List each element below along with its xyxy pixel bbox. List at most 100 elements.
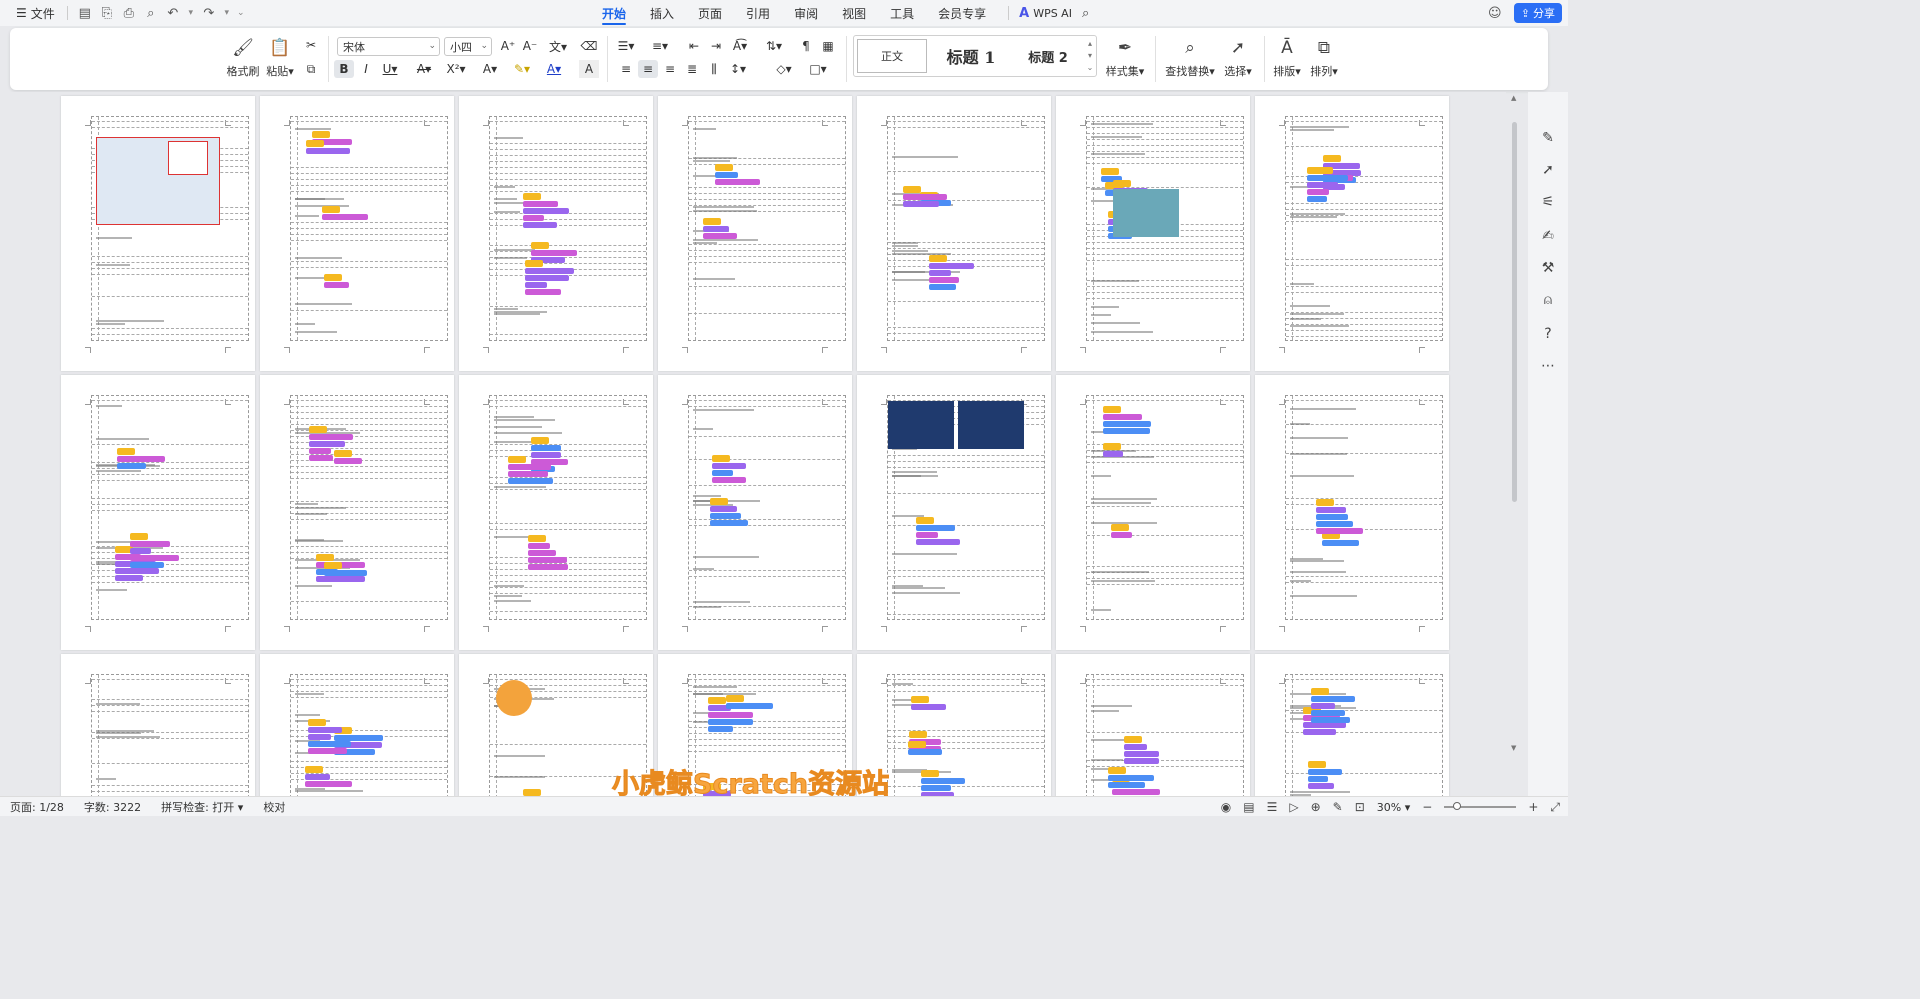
document-page-thumbnail[interactable] (1056, 654, 1250, 796)
document-page-thumbnail[interactable] (260, 654, 454, 796)
text-direction-icon[interactable]: A͡▾ (730, 37, 750, 55)
redo-icon[interactable]: ↷ (198, 2, 220, 24)
print-preview-icon[interactable]: ⌕ (140, 2, 162, 24)
superscript-icon[interactable]: X²▾ (446, 60, 466, 78)
search-icon[interactable]: ⌕ (1082, 6, 1089, 21)
wps-ai-button[interactable]: A WPS AI (1008, 6, 1072, 21)
document-page-thumbnail[interactable] (658, 96, 852, 371)
layout-button[interactable]: Ā 排版▾ (1272, 28, 1302, 79)
tab-tools[interactable]: 工具 (878, 0, 926, 26)
align-right-icon[interactable]: ≡ (660, 60, 680, 78)
customize-toolbar-icon[interactable]: ⌄ (234, 2, 248, 24)
style-set-button[interactable]: ✒ 样式集▾ (1103, 28, 1147, 79)
scroll-thumb[interactable] (1512, 122, 1517, 502)
undo-dropdown-icon[interactable]: ▾ (184, 2, 198, 24)
document-canvas[interactable] (0, 92, 1506, 796)
zoom-in-icon[interactable]: + (1528, 800, 1538, 814)
bullet-list-icon[interactable]: ☰▾ (616, 37, 636, 55)
edit-pen-icon[interactable]: ✎ (1538, 128, 1558, 148)
numbered-list-icon[interactable]: ≡▾ (650, 37, 670, 55)
tab-insert[interactable]: 插入 (638, 0, 686, 26)
style-heading-1[interactable]: 标题 1 (936, 39, 1006, 73)
table-grid-icon[interactable]: ▦ (818, 37, 838, 55)
align-center-icon[interactable]: ≡ (638, 60, 658, 78)
underline-icon[interactable]: U▾ (380, 60, 400, 78)
document-page-thumbnail[interactable] (1056, 96, 1250, 371)
zoom-level[interactable]: 30% ▾ (1377, 801, 1410, 814)
tab-home[interactable]: 开始 (590, 0, 638, 26)
proofread-button[interactable]: 校对 (253, 799, 295, 815)
borders-icon[interactable]: □▾ (808, 60, 828, 78)
shading-icon[interactable]: ◇▾ (774, 60, 794, 78)
document-page-thumbnail[interactable] (857, 375, 1051, 650)
adjust-sliders-icon[interactable]: ⚟ (1538, 192, 1558, 212)
char-shading-icon[interactable]: A (579, 60, 599, 78)
write-mode-icon[interactable]: ✎ (1333, 800, 1343, 814)
word-count[interactable]: 字数: 3222 (74, 799, 151, 815)
page-count[interactable]: 页面: 1/28 (0, 799, 74, 815)
styles-scroll-icon[interactable]: ▴ ▾ ⌄ (1085, 38, 1095, 74)
tools-icon[interactable]: ⚒ (1538, 258, 1558, 278)
chat-icon[interactable]: ☺ (1484, 2, 1506, 24)
document-page-thumbnail[interactable] (1255, 375, 1449, 650)
distributed-icon[interactable]: ⫼ (704, 60, 724, 78)
strikethrough-icon[interactable]: A▾ (414, 60, 434, 78)
justify-icon[interactable]: ≣ (682, 60, 702, 78)
show-marks-icon[interactable]: ¶ (796, 37, 816, 55)
share-button[interactable]: ⇪ 分享 (1513, 3, 1562, 23)
phonetic-guide-icon[interactable]: 文▾ (544, 37, 572, 55)
file-menu[interactable]: ☰ 文件 (10, 2, 61, 24)
copy-icon[interactable]: ⧉ (301, 60, 321, 78)
spell-check-toggle[interactable]: 拼写检查: 打开 ▾ (151, 799, 253, 815)
decrease-indent-icon[interactable]: ⇤ (684, 37, 704, 55)
tab-view[interactable]: 视图 (830, 0, 878, 26)
undo-icon[interactable]: ↶ (162, 2, 184, 24)
zoom-slider[interactable] (1444, 802, 1517, 810)
line-spacing-icon[interactable]: ↕▾ (728, 60, 748, 78)
tab-page[interactable]: 页面 (686, 0, 734, 26)
italic-icon[interactable]: I (356, 60, 376, 78)
tab-review[interactable]: 审阅 (782, 0, 830, 26)
eye-protection-icon[interactable]: ◉ (1221, 800, 1231, 814)
arrange-button[interactable]: ⧉ 排列▾ (1309, 28, 1339, 79)
help-icon[interactable]: ? (1538, 324, 1558, 344)
vertical-scrollbar[interactable]: ▲ ▼ (1509, 94, 1521, 794)
document-page-thumbnail[interactable] (459, 96, 653, 371)
scroll-down-icon[interactable]: ▼ (1511, 744, 1516, 752)
fullscreen-icon[interactable]: ⤢ (1550, 800, 1560, 815)
bold-icon[interactable]: B (334, 60, 354, 78)
tab-member[interactable]: 会员专享 (926, 0, 998, 26)
tab-references[interactable]: 引用 (734, 0, 782, 26)
style-heading-2[interactable]: 标题 2 (1012, 39, 1084, 73)
document-page-thumbnail[interactable] (459, 375, 653, 650)
select-button[interactable]: ➚ 选择▾ (1221, 28, 1255, 79)
print-icon[interactable]: ⎙ (118, 2, 140, 24)
cut-icon[interactable]: ✂ (301, 36, 321, 54)
ai-writing-icon[interactable]: ✍ (1538, 226, 1558, 246)
find-replace-button[interactable]: ⌕ 查找替换▾ (1165, 28, 1215, 79)
document-page-thumbnail[interactable] (61, 654, 255, 796)
fit-page-icon[interactable]: ⊡ (1355, 800, 1365, 814)
document-page-thumbnail[interactable] (857, 96, 1051, 371)
document-page-thumbnail[interactable] (260, 96, 454, 371)
document-page-thumbnail[interactable] (1255, 654, 1449, 796)
font-name-select[interactable]: 宋体 ⌄ (337, 37, 440, 56)
document-page-thumbnail[interactable] (260, 375, 454, 650)
style-normal[interactable]: 正文 (857, 39, 927, 73)
select-cursor-icon[interactable]: ➚ (1538, 160, 1558, 180)
font-color-icon[interactable]: A▾ (544, 60, 564, 78)
play-icon[interactable]: ▷ (1289, 800, 1298, 814)
highlight-icon[interactable]: ✎▾ (512, 60, 532, 78)
zoom-slider-knob[interactable] (1453, 802, 1462, 810)
increase-indent-icon[interactable]: ⇥ (706, 37, 726, 55)
font-size-select[interactable]: 小四 ⌄ (444, 37, 492, 56)
document-page-thumbnail[interactable] (61, 96, 255, 371)
format-painter-button[interactable]: 🖌 格式刷 (227, 28, 260, 79)
shirt-icon[interactable]: ⍝ (1538, 290, 1558, 310)
sort-icon[interactable]: ⇅▾ (764, 37, 784, 55)
shrink-font-icon[interactable]: A⁻ (520, 37, 540, 55)
document-page-thumbnail[interactable] (1056, 375, 1250, 650)
grow-font-icon[interactable]: A⁺ (498, 37, 518, 55)
document-page-thumbnail[interactable] (658, 375, 852, 650)
export-pdf-icon[interactable]: ⎘ (96, 2, 118, 24)
